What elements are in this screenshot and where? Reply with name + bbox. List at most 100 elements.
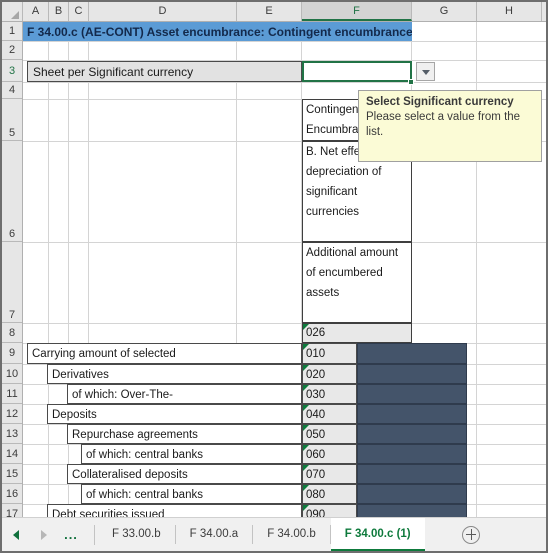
table-row-code-050[interactable]: 050: [302, 424, 357, 444]
comment-indicator-icon: [303, 385, 309, 391]
data-validation-tooltip: Select Significant currency Please selec…: [358, 90, 542, 162]
row-header-11[interactable]: 11: [2, 384, 22, 404]
column-header-f[interactable]: F: [302, 2, 412, 21]
comment-indicator-icon: [303, 324, 309, 330]
table-row-label-060[interactable]: of which: central banks: [81, 444, 302, 464]
sheet-tabs: F 33.00.b F 34.00.a F 34.00.b F 34.00.c …: [98, 518, 425, 551]
table-row-value-030[interactable]: [357, 384, 467, 404]
comment-indicator-icon: [303, 344, 309, 350]
row-header-strip: 1 2 3 4 5 6 7 8 9 10 11 12 13 14 15 16 1…: [2, 22, 23, 517]
table-row-code-040[interactable]: 040: [302, 404, 357, 424]
row-header-16-label: 16: [5, 488, 19, 500]
table-row-label-050[interactable]: Repurchase agreements: [67, 424, 302, 444]
table-row-code-030[interactable]: 030: [302, 384, 357, 404]
column-header-a[interactable]: A: [23, 2, 49, 21]
row-header-10[interactable]: 10: [2, 364, 22, 384]
significant-currency-label[interactable]: Sheet per Significant currency: [27, 61, 302, 82]
currency-dropdown-button[interactable]: [416, 62, 435, 81]
table-row-code-020[interactable]: 020: [302, 364, 357, 384]
next-sheet-button[interactable]: [30, 518, 58, 551]
sheet-tab-bar: ... F 33.00.b F 34.00.a F 34.00.b F 34.0…: [2, 517, 546, 551]
table-row-label-090[interactable]: Debt securities issued: [47, 504, 302, 517]
row-header-2[interactable]: 2: [2, 41, 22, 60]
row-header-6[interactable]: 6: [2, 141, 22, 242]
sheet-title-cell[interactable]: F 34.00.c (AE-CONT) Asset encumbrance: C…: [23, 22, 412, 41]
row-label-text: of which: central banks: [86, 449, 203, 461]
table-row-value-040[interactable]: [357, 404, 467, 424]
fill-handle[interactable]: [408, 79, 414, 85]
row-header-7[interactable]: 7: [2, 242, 22, 323]
column-header-h[interactable]: H: [477, 2, 542, 21]
table-row-label-070[interactable]: Collateralised deposits: [67, 464, 302, 484]
table-row-label-040[interactable]: Deposits: [47, 404, 302, 424]
row-label-text: Debt securities issued: [52, 509, 165, 517]
row-header-4-label: 4: [8, 84, 16, 96]
worksheet-grid-area: A B C D E F G H 1 2 3 4 5 6 7 8 9 10 11 …: [2, 2, 546, 517]
row-header-4[interactable]: 4: [2, 82, 22, 99]
row-header-13-label: 13: [5, 428, 19, 440]
sheet-tab-f3400b[interactable]: F 34.00.b: [253, 518, 330, 551]
row-header-12[interactable]: 12: [2, 404, 22, 424]
table-row-value-050[interactable]: [357, 424, 467, 444]
column-header-strip: A B C D E F G H: [2, 2, 546, 22]
row-header-8[interactable]: 8: [2, 323, 22, 343]
row-header-16[interactable]: 16: [2, 484, 22, 504]
sheet-nav-arrows: ...: [2, 518, 84, 551]
row-header-17[interactable]: 17: [2, 504, 22, 517]
column-header-c[interactable]: C: [69, 2, 89, 21]
column-header-d[interactable]: D: [89, 2, 237, 21]
row-header-6-label: 6: [8, 228, 16, 240]
column-header-g[interactable]: G: [412, 2, 477, 21]
table-row-label-020[interactable]: Derivatives: [47, 364, 302, 384]
previous-sheet-button[interactable]: [2, 518, 30, 551]
row-header-17-label: 17: [5, 508, 19, 517]
row-header-5[interactable]: 5: [2, 99, 22, 141]
column-header-e[interactable]: E: [237, 2, 302, 21]
column-f-code-cell[interactable]: 026: [302, 323, 412, 343]
arrow-left-icon: [13, 529, 19, 540]
comment-indicator-icon: [303, 405, 309, 411]
column-header-b[interactable]: B: [49, 2, 69, 21]
significant-currency-input[interactable]: [302, 61, 412, 82]
comment-indicator-icon: [303, 425, 309, 431]
table-row-code-060[interactable]: 060: [302, 444, 357, 464]
row-header-1[interactable]: 1: [2, 22, 22, 41]
table-row-value-060[interactable]: [357, 444, 467, 464]
table-row-code-010[interactable]: 010: [302, 343, 357, 364]
row-label-text: of which: central banks: [86, 489, 203, 501]
table-row-label-030[interactable]: of which: Over-The-: [67, 384, 302, 404]
table-row-value-010[interactable]: [357, 343, 467, 364]
row-header-12-label: 12: [5, 408, 19, 420]
table-row-value-090[interactable]: [357, 504, 467, 517]
gridline-row-1: [23, 41, 546, 42]
row-header-15-label: 15: [5, 468, 19, 480]
row-header-8-label: 8: [8, 327, 16, 339]
table-row-label-080[interactable]: of which: central banks: [81, 484, 302, 504]
row-header-15[interactable]: 15: [2, 464, 22, 484]
sheet-tab-f3300b[interactable]: F 33.00.b: [98, 518, 175, 551]
more-sheets-button[interactable]: ...: [58, 518, 84, 551]
add-sheet-button[interactable]: [462, 526, 480, 544]
row-label-text: of which: Over-The-: [72, 389, 173, 401]
table-row-value-080[interactable]: [357, 484, 467, 504]
row-header-9[interactable]: 9: [2, 343, 22, 364]
select-all-corner[interactable]: [2, 2, 23, 21]
table-row-label-010[interactable]: Carrying amount of selected: [27, 343, 302, 364]
table-row-value-070[interactable]: [357, 464, 467, 484]
sheet-tab-f3400c-1[interactable]: F 34.00.c (1): [330, 518, 425, 551]
table-row-code-080[interactable]: 080: [302, 484, 357, 504]
row-label-text: Repurchase agreements: [72, 429, 198, 441]
table-row-code-090[interactable]: 090: [302, 504, 357, 517]
excel-worksheet-window: A B C D E F G H 1 2 3 4 5 6 7 8 9 10 11 …: [0, 0, 548, 553]
row-label-text: Collateralised deposits: [72, 469, 188, 481]
arrow-right-icon: [41, 529, 47, 540]
sheet-tab-f3400a[interactable]: F 34.00.a: [176, 518, 253, 551]
row-header-3[interactable]: 3: [2, 60, 22, 82]
table-row-value-020[interactable]: [357, 364, 467, 384]
column-f-measure-header[interactable]: Additional amount of encumbered assets: [302, 242, 412, 323]
row-header-14[interactable]: 14: [2, 444, 22, 464]
comment-indicator-icon: [303, 485, 309, 491]
row-header-11-label: 11: [6, 388, 18, 400]
table-row-code-070[interactable]: 070: [302, 464, 357, 484]
row-header-13[interactable]: 13: [2, 424, 22, 444]
